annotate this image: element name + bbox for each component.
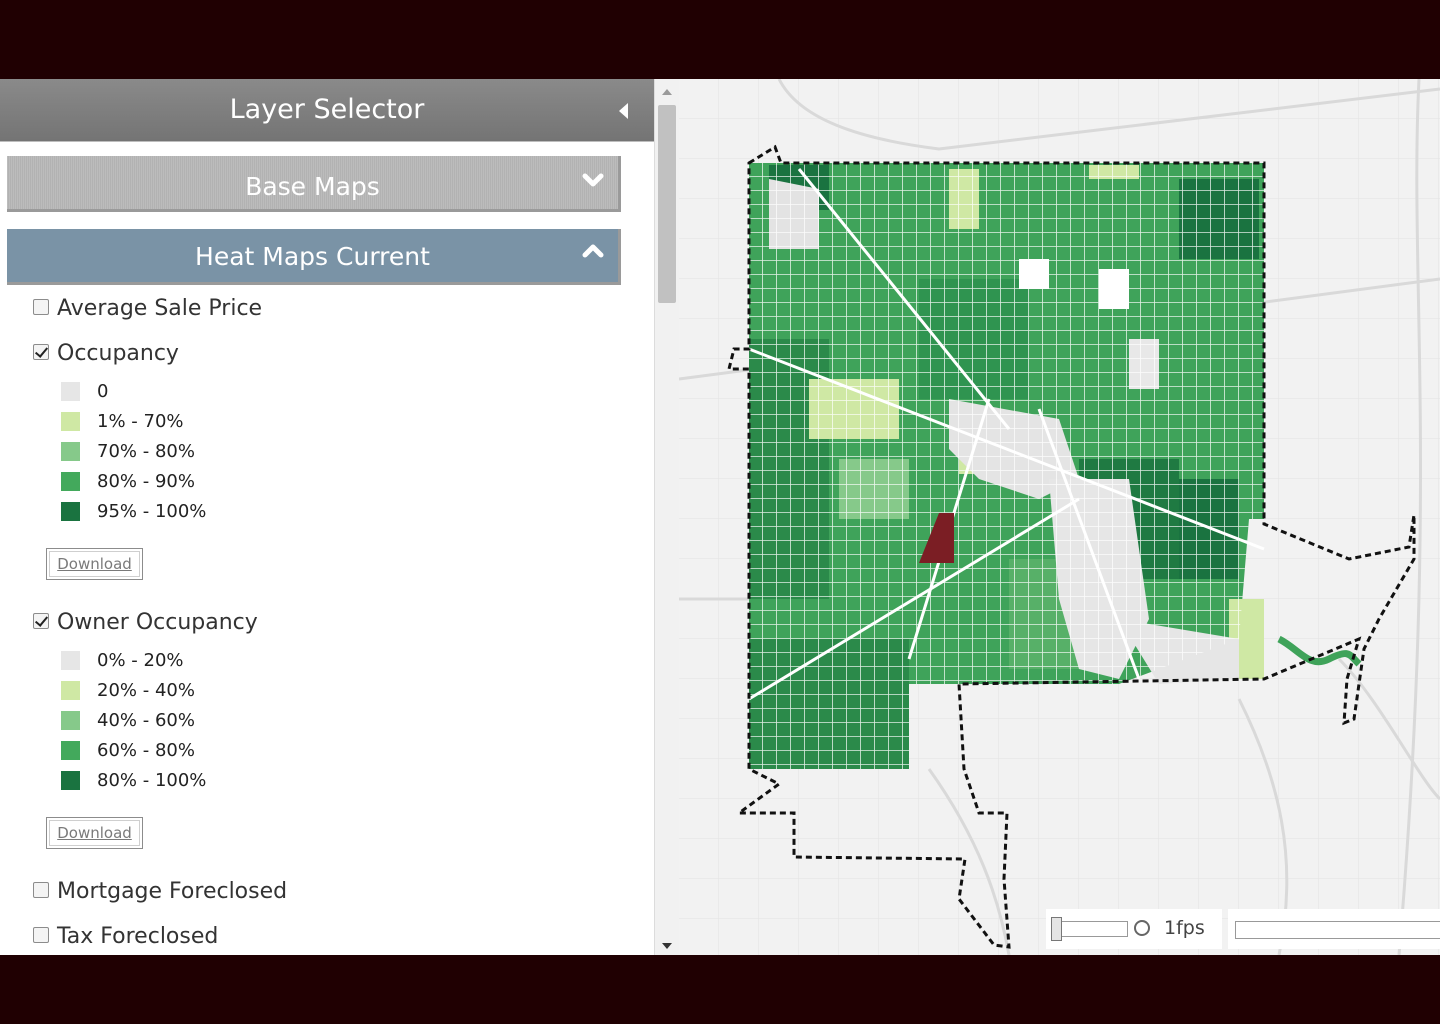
chevron-up-icon — [582, 244, 604, 258]
checkbox[interactable] — [33, 927, 49, 943]
legend-label: 80% - 100% — [97, 770, 207, 791]
chevron-down-icon — [582, 173, 604, 187]
legend-label: 95% - 100% — [97, 501, 207, 522]
layer-label: Owner Occupancy — [57, 610, 258, 635]
legend-label: 1% - 70% — [97, 411, 184, 432]
legend-swatch — [61, 651, 80, 670]
timeline-bar — [1228, 909, 1440, 949]
heat-maps-current-accordion[interactable]: Heat Maps Current — [7, 229, 621, 285]
layer-label: Average Sale Price — [57, 296, 263, 321]
download-owner-occupancy-button[interactable]: Download — [46, 817, 143, 849]
scroll-up-icon[interactable] — [662, 89, 672, 95]
checkbox[interactable] — [33, 299, 49, 315]
legend-label: 0% - 20% — [97, 650, 184, 671]
collapse-panel-icon[interactable] — [619, 103, 628, 119]
legend-swatch — [61, 502, 80, 521]
legend-label: 60% - 80% — [97, 740, 195, 761]
timeline-slider[interactable] — [1235, 921, 1440, 939]
legend-label: 80% - 90% — [97, 471, 195, 492]
layer-label: Tax Foreclosed — [57, 924, 219, 949]
legend-swatch — [61, 681, 80, 700]
legend-swatch — [61, 711, 80, 730]
fps-label: 1fps — [1164, 917, 1205, 939]
panel-scrollbar[interactable] — [654, 79, 679, 955]
map-view[interactable] — [679, 79, 1440, 955]
panel-header: Layer Selector — [0, 79, 654, 142]
base-maps-accordion[interactable]: Base Maps — [7, 156, 621, 212]
clock-icon — [1134, 920, 1150, 936]
legend-swatch — [61, 382, 80, 401]
fps-control: 1fps — [1046, 909, 1222, 949]
app-window: Layer Selector Base Maps Heat Maps Curre… — [0, 79, 1440, 955]
map-canvas — [679, 79, 1440, 955]
legend-swatch — [61, 472, 80, 491]
accordion-label: Heat Maps Current — [195, 242, 430, 271]
layer-label: Occupancy — [57, 341, 179, 366]
legend-label: 20% - 40% — [97, 680, 195, 701]
fps-slider-track[interactable] — [1058, 921, 1128, 937]
legend-label: 70% - 80% — [97, 441, 195, 462]
checkbox-checked[interactable] — [33, 344, 49, 360]
legend-label: 40% - 60% — [97, 710, 195, 731]
scroll-down-icon[interactable] — [662, 943, 672, 949]
accordion-label: Base Maps — [245, 172, 380, 201]
panel-title: Layer Selector — [229, 94, 425, 125]
checkbox-checked[interactable] — [33, 613, 49, 629]
fps-slider-handle[interactable] — [1051, 917, 1062, 941]
checkbox[interactable] — [33, 882, 49, 898]
scroll-thumb[interactable] — [658, 105, 676, 303]
legend-swatch — [61, 741, 80, 760]
download-occupancy-button[interactable]: Download — [46, 548, 143, 580]
legend-swatch — [61, 442, 80, 461]
legend-label: 0 — [97, 381, 109, 402]
layer-label: Mortgage Foreclosed — [57, 879, 288, 904]
layer-selector-panel: Layer Selector Base Maps Heat Maps Curre… — [0, 79, 654, 955]
legend-swatch — [61, 412, 80, 431]
legend-swatch — [61, 771, 80, 790]
